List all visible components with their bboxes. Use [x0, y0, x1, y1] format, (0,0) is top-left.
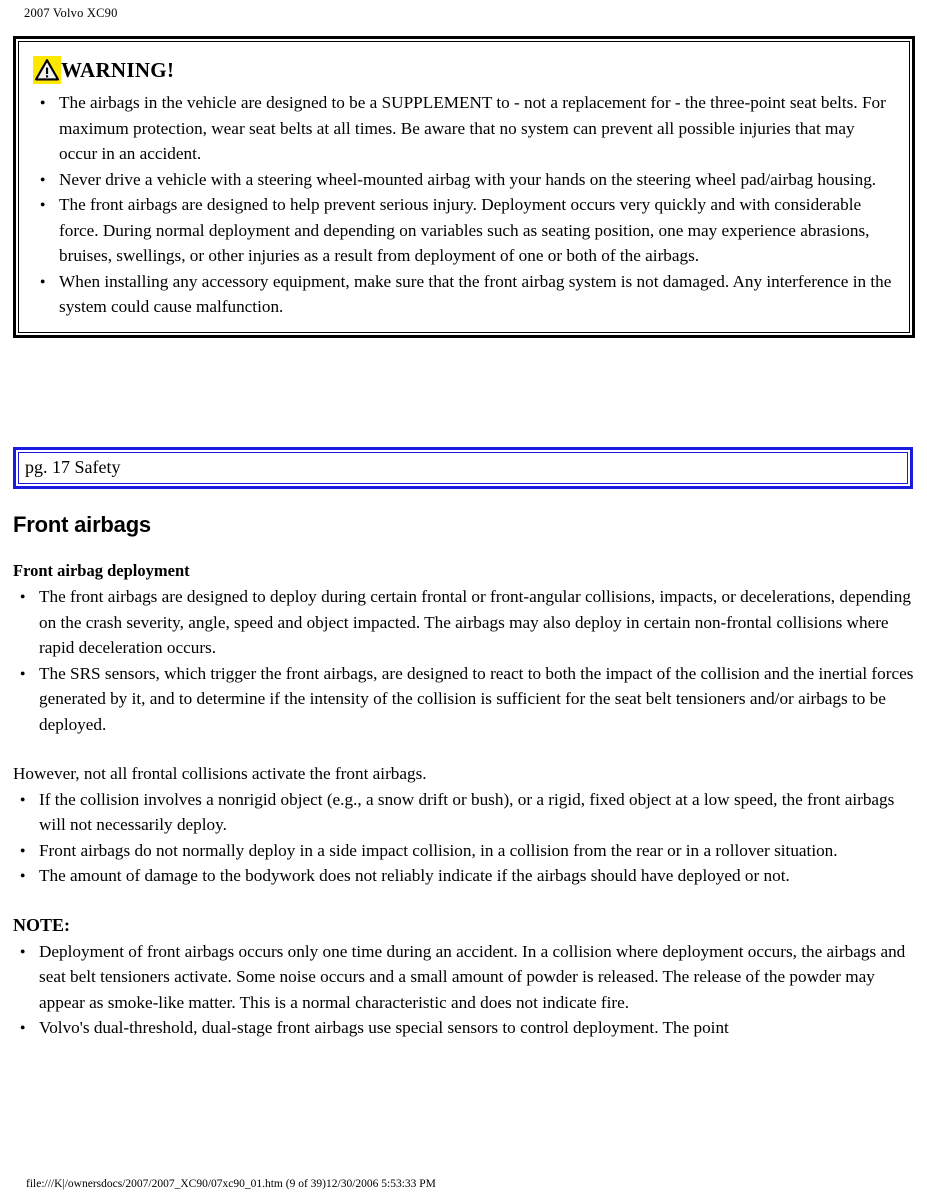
page-reference-label: pg. 17 Safety — [25, 457, 121, 477]
warning-triangle-icon — [33, 56, 61, 84]
deployment-bullet-2: The SRS sensors, which trigger the front… — [13, 660, 915, 738]
however-bullet-3: The amount of damage to the bodywork doe… — [13, 862, 915, 889]
footer-path: file:///K|/ownersdocs/2007/2007_XC90/07x… — [26, 1178, 436, 1190]
page-title: Front airbags — [13, 512, 151, 537]
however-bullet-2: Front airbags do not normally deploy in … — [13, 837, 915, 864]
note-bullet-1: Deployment of front airbags occurs only … — [13, 938, 915, 1016]
main-content: Front airbags Front airbag deployment Th… — [13, 512, 915, 1041]
subheading-front-airbag-deployment: Front airbag deployment — [13, 561, 190, 580]
note-heading: NOTE: — [13, 914, 71, 935]
warning-bullet-3: The front airbags are designed to help p… — [33, 191, 895, 269]
however-paragraph: However, not all frontal collisions acti… — [13, 764, 427, 783]
warning-bullet-1: The airbags in the vehicle are designed … — [33, 89, 895, 167]
warning-bullet-2: Never drive a vehicle with a steering wh… — [33, 166, 895, 193]
document-page: 2007 Volvo XC90 WARNING! The airbags in … — [0, 0, 927, 1200]
warning-bullet-list: The airbags in the vehicle are designed … — [33, 89, 895, 320]
warning-title: WARNING! — [61, 58, 175, 82]
warning-box: WARNING! The airbags in the vehicle are … — [13, 36, 915, 338]
however-bullet-list: If the collision involves a nonrigid obj… — [13, 786, 915, 889]
deployment-bullet-list: The front airbags are designed to deploy… — [13, 583, 915, 738]
running-header: 2007 Volvo XC90 — [24, 6, 118, 20]
note-bullet-list: Deployment of front airbags occurs only … — [13, 938, 915, 1041]
note-bullet-2: Volvo's dual-threshold, dual-stage front… — [13, 1014, 915, 1041]
warning-bullet-4: When installing any accessory equipment,… — [33, 268, 895, 320]
deployment-bullet-1: The front airbags are designed to deploy… — [13, 583, 915, 661]
warning-title-row: WARNING! — [33, 56, 895, 84]
warning-box-inner: WARNING! The airbags in the vehicle are … — [18, 41, 910, 333]
page-reference-inner: pg. 17 Safety — [18, 452, 908, 484]
however-bullet-1: If the collision involves a nonrigid obj… — [13, 786, 915, 838]
page-reference-box[interactable]: pg. 17 Safety — [13, 447, 913, 489]
